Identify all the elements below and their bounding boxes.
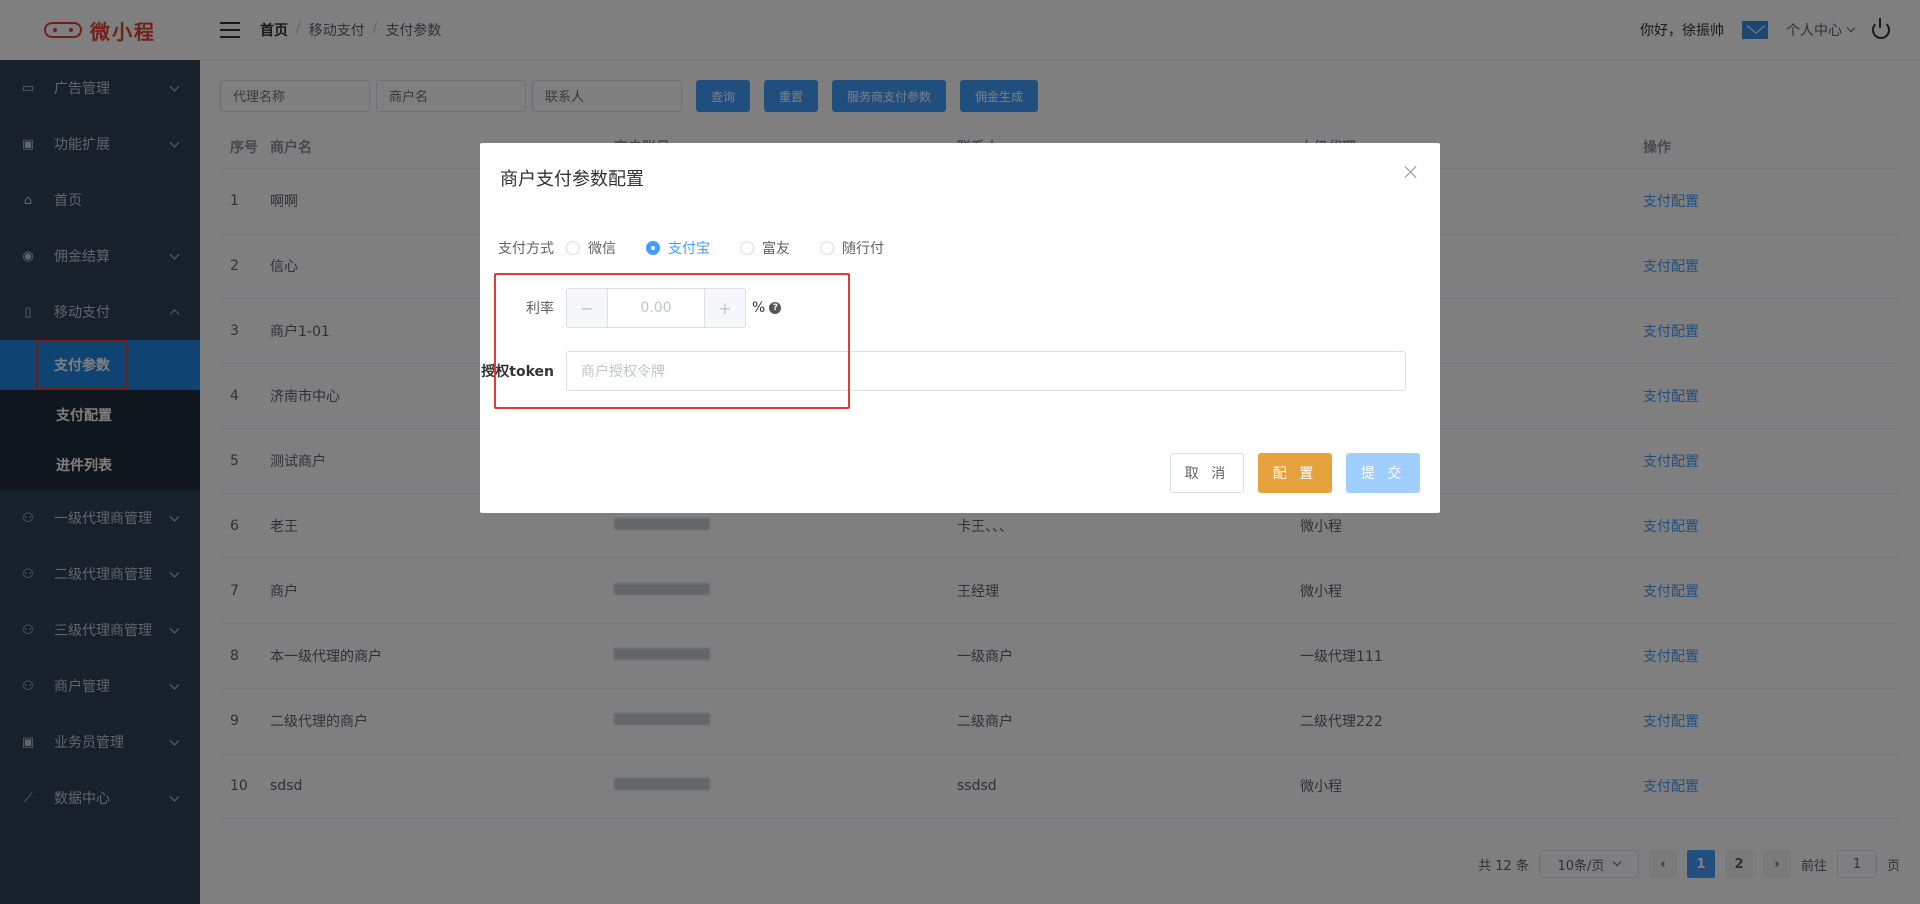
radio-checked-icon	[646, 241, 660, 255]
radio-circle-icon	[820, 241, 834, 255]
pay-method-row: 支付方式 微信 支付宝 富友 随行付	[480, 238, 914, 258]
radio-fuyou[interactable]: 富友	[740, 238, 790, 258]
cancel-button[interactable]: 取 消	[1170, 453, 1244, 493]
radio-circle-icon	[566, 241, 580, 255]
radio-alipay[interactable]: 支付宝	[646, 238, 710, 258]
radio-label: 富友	[762, 241, 790, 257]
pay-params-dialog: 商户支付参数配置 支付方式 微信 支付宝 富友 随行付 利率 − 0.00 + …	[480, 143, 1440, 513]
dialog-title: 商户支付参数配置	[500, 169, 644, 190]
radio-label: 微信	[588, 241, 616, 257]
pay-method-label: 支付方式	[498, 241, 554, 257]
submit-button[interactable]: 提 交	[1346, 453, 1420, 493]
radio-label: 随行付	[842, 241, 884, 257]
radio-wechat[interactable]: 微信	[566, 238, 616, 258]
dialog-footer: 取 消 配 置 提 交	[1170, 453, 1420, 493]
radio-label: 支付宝	[668, 241, 710, 257]
radio-circle-icon	[740, 241, 754, 255]
config-button[interactable]: 配 置	[1258, 453, 1332, 493]
annotation-highlight-box	[494, 273, 850, 409]
close-icon[interactable]	[1404, 165, 1418, 179]
radio-suixingfu[interactable]: 随行付	[820, 238, 884, 258]
